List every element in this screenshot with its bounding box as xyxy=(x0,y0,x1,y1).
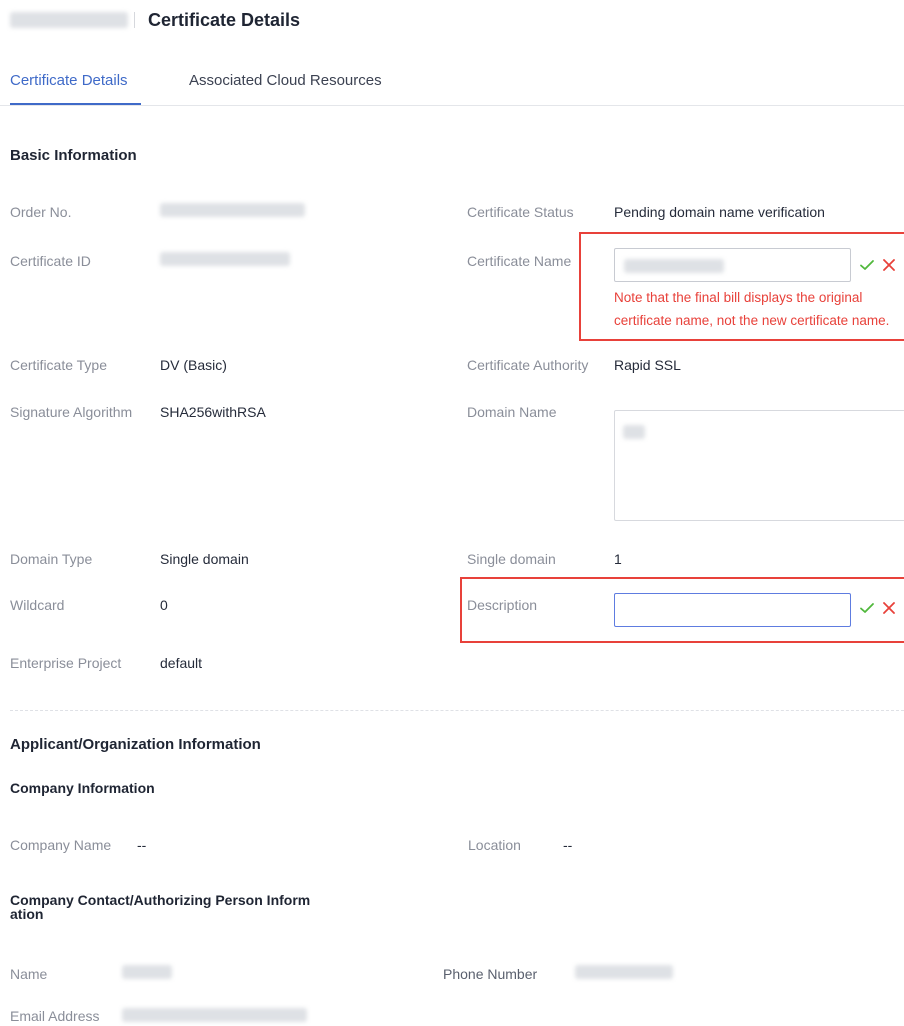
page-title: Certificate Details xyxy=(148,10,301,30)
single-domain-label: Single domain xyxy=(467,551,556,567)
cancel-close-icon[interactable] xyxy=(881,600,897,616)
company-information-heading: Company Information xyxy=(10,780,155,796)
certificate-name-input-value-redacted xyxy=(624,259,724,273)
enterprise-project-value: default xyxy=(160,655,203,671)
confirm-check-icon[interactable] xyxy=(859,600,875,616)
company-name-value: -- xyxy=(137,837,147,853)
cancel-close-icon[interactable] xyxy=(881,257,897,273)
back-breadcrumb-redacted[interactable] xyxy=(10,12,128,28)
certificate-authority-value: Rapid SSL xyxy=(614,357,681,373)
domain-name-label: Domain Name xyxy=(467,404,557,420)
tabs-bottom-border xyxy=(0,105,904,106)
certificate-name-input[interactable] xyxy=(614,248,851,282)
enterprise-project-label: Enterprise Project xyxy=(10,655,122,671)
basic-information-heading: Basic Information xyxy=(10,147,137,164)
email-address-label: Email Address xyxy=(10,1008,100,1024)
phone-number-label: Phone Number xyxy=(443,966,538,982)
company-contact-heading-line2: ation xyxy=(10,906,44,922)
certificate-id-value-redacted xyxy=(160,252,290,266)
domain-type-value: Single domain xyxy=(160,551,249,567)
description-input[interactable] xyxy=(614,593,851,627)
location-label: Location xyxy=(468,837,521,853)
certificate-status-value: Pending domain name verification xyxy=(614,204,825,220)
tab-associated-cloud-resources[interactable]: Associated Cloud Resources xyxy=(189,72,382,89)
domain-name-textarea[interactable] xyxy=(614,410,904,521)
name-label: Name xyxy=(10,966,48,982)
confirm-check-icon[interactable] xyxy=(859,257,875,273)
description-label: Description xyxy=(467,597,538,613)
certificate-id-label: Certificate ID xyxy=(10,253,91,269)
single-domain-value: 1 xyxy=(614,551,622,567)
certificate-name-label: Certificate Name xyxy=(467,253,572,269)
tab-certificate-details[interactable]: Certificate Details xyxy=(10,72,128,89)
applicant-organization-heading: Applicant/Organization Information xyxy=(10,736,261,753)
wildcard-label: Wildcard xyxy=(10,597,65,613)
certificate-name-note: Note that the final bill displays the or… xyxy=(614,290,890,328)
order-no-value-redacted xyxy=(160,203,305,217)
wildcard-value: 0 xyxy=(160,597,168,613)
name-value-redacted xyxy=(122,965,172,979)
phone-number-value-redacted xyxy=(575,965,673,979)
domain-type-label: Domain Type xyxy=(10,551,93,567)
section-divider xyxy=(10,710,904,711)
order-no-label: Order No. xyxy=(10,204,72,220)
certificate-type-label: Certificate Type xyxy=(10,357,108,373)
certificate-status-label: Certificate Status xyxy=(467,204,574,220)
signature-algorithm-label: Signature Algorithm xyxy=(10,404,133,420)
domain-name-value-redacted xyxy=(623,425,645,439)
company-contact-heading: Company Contact/Authorizing Person Infor… xyxy=(10,893,310,921)
header-separator xyxy=(134,12,135,28)
company-name-label: Company Name xyxy=(10,837,112,853)
company-contact-heading-line1: Company Contact/Authorizing Person Infor… xyxy=(10,892,311,908)
signature-algorithm-value: SHA256withRSA xyxy=(160,404,266,420)
location-value: -- xyxy=(563,837,573,853)
certificate-type-value: DV (Basic) xyxy=(160,357,227,373)
email-address-value-redacted xyxy=(122,1008,307,1022)
certificate-authority-label: Certificate Authority xyxy=(467,357,589,373)
